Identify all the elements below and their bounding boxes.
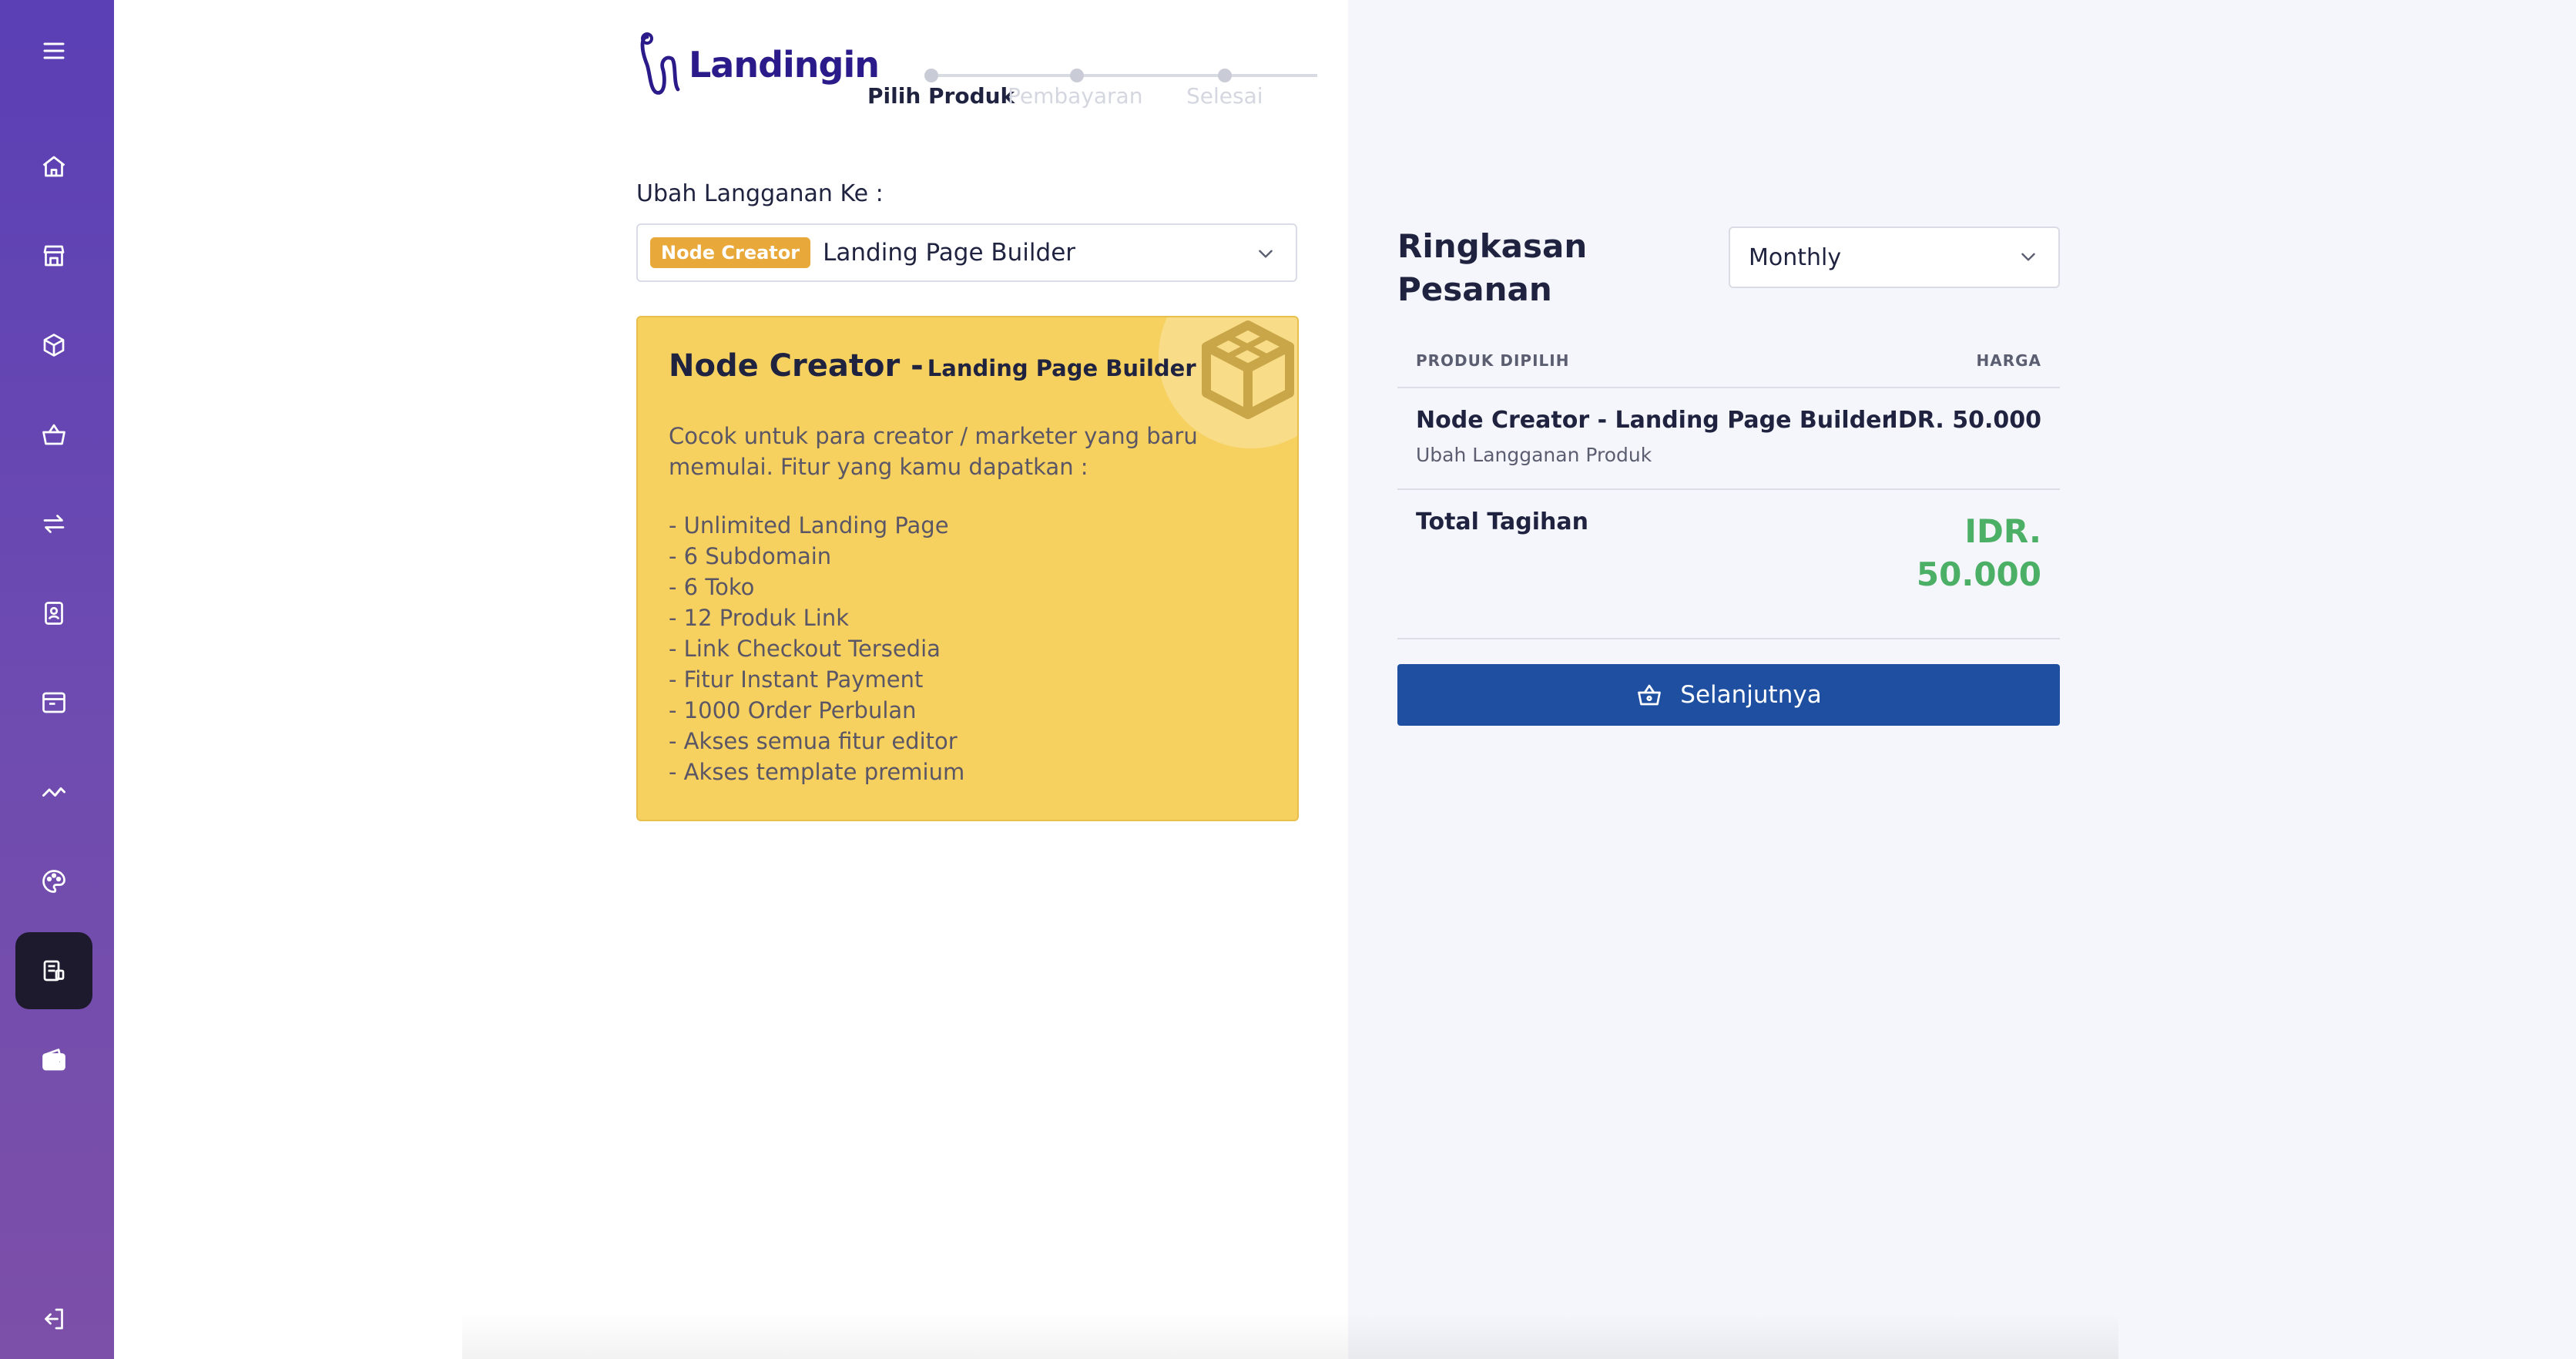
total-amount: IDR. 50.000 (1916, 512, 2041, 593)
divider (1397, 488, 2060, 490)
billing-period-value: Monthly (1749, 243, 1842, 271)
basket-icon[interactable] (15, 396, 92, 473)
billing-period-select[interactable]: Monthly (1729, 226, 2060, 288)
step-dot-3 (1218, 69, 1232, 82)
divider (1397, 387, 2060, 388)
feature-item: - Unlimited Landing Page (669, 512, 949, 539)
feature-item: - 6 Toko (669, 574, 755, 600)
step-label-selesai: Selesai (1186, 83, 1263, 109)
feature-item: - 1000 Order Perbulan (669, 697, 917, 723)
feature-list: - Unlimited Landing Page - 6 Subdomain -… (669, 510, 964, 787)
order-item-price: IDR. 50.000 (1889, 407, 2041, 434)
feature-item: - Link Checkout Tersedia (669, 636, 941, 662)
next-button-label: Selanjutnya (1680, 681, 1822, 709)
logo-mark-icon (640, 32, 680, 95)
next-button[interactable]: Selanjutnya (1397, 664, 2060, 726)
step-label-pembayaran: Pembayaran (1008, 83, 1143, 109)
plan-description: Cocok untuk para creator / marketer yang… (669, 423, 1198, 480)
feature-item: - Akses semua fitur editor (669, 728, 958, 754)
plan-card: Node Creator - Landing Page Builder Coco… (636, 316, 1299, 821)
total-label: Total Tagihan (1416, 508, 1588, 535)
feature-item: - Fitur Instant Payment (669, 666, 924, 693)
subscription-label: Ubah Langganan Ke : (636, 180, 884, 207)
brand-name: Landingin (689, 44, 880, 86)
plan-title: Node Creator - Landing Page Builder (669, 348, 1196, 384)
brand-logo[interactable]: Landingin (638, 31, 880, 99)
order-item-subtitle: Ubah Langganan Produk (1416, 444, 1652, 466)
chevron-down-icon (1259, 250, 1273, 258)
summary-title: Ringkasan Pesanan (1397, 227, 1588, 308)
subscription-select[interactable]: Node Creator Landing Page Builder (636, 223, 1297, 282)
palette-icon[interactable] (15, 843, 92, 920)
billing-icon[interactable] (15, 932, 92, 1009)
feature-item: - 6 Subdomain (669, 543, 832, 569)
plan-name: Node Creator - (669, 348, 924, 384)
step-dot-2 (1070, 69, 1084, 82)
checkout-stepper: Pilih Produk Pembayaran Selesai (863, 66, 1317, 120)
store-icon[interactable] (15, 217, 92, 294)
step-dot-1 (924, 69, 938, 82)
stepper-line (931, 74, 1317, 77)
step-label-pilih-produk: Pilih Produk (867, 83, 1015, 109)
transfer-icon[interactable] (15, 485, 92, 562)
home-icon[interactable] (15, 128, 92, 205)
plan-subtitle: Landing Page Builder (927, 355, 1196, 381)
cube-icon (1202, 320, 1294, 419)
box-icon[interactable] (15, 307, 92, 384)
column-header-product: PRODUK DIPILIH (1416, 351, 1570, 370)
wallet-icon[interactable] (15, 1022, 92, 1099)
basket-icon (1638, 684, 1662, 706)
bottom-shadow (462, 1313, 2118, 1359)
selected-product: Landing Page Builder (823, 239, 1076, 267)
analytics-icon[interactable] (15, 753, 92, 830)
divider (1397, 638, 2060, 639)
sidebar (0, 0, 114, 1359)
contact-icon[interactable] (15, 575, 92, 652)
column-header-price: HARGA (1976, 351, 2041, 370)
menu-icon[interactable] (15, 12, 92, 89)
order-item-name: Node Creator - Landing Page Builder (1416, 407, 1893, 434)
feature-item: - Akses template premium (669, 759, 965, 785)
browser-icon[interactable] (15, 664, 92, 741)
plan-badge: Node Creator (650, 237, 811, 268)
chevron-down-icon (2021, 253, 2035, 261)
logout-icon[interactable] (15, 1280, 92, 1357)
feature-item: - 12 Produk Link (669, 605, 849, 631)
